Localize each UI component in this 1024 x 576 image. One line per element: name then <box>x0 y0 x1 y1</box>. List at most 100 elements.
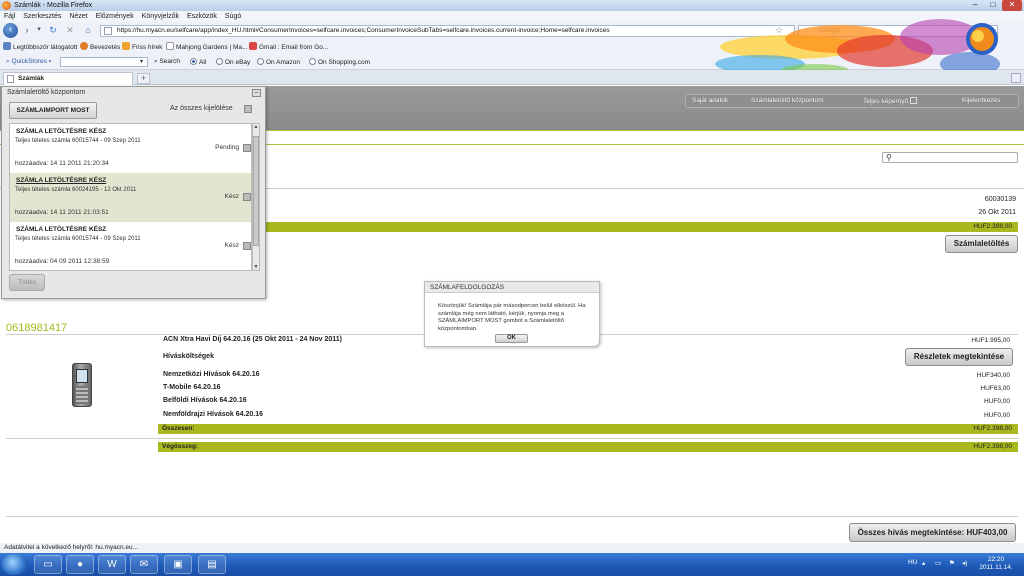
import-now-button[interactable]: SZÁMLAIMPORT MOST <box>9 102 97 119</box>
firefox-taskbar-icon[interactable]: ● <box>66 555 94 574</box>
radio-amazon[interactable]: On Amazon <box>257 58 300 67</box>
list-item[interactable]: SZÁMLA LETÖLTÉSRE KÉSZ Teljes tételes sz… <box>10 173 251 222</box>
search-bar[interactable]: Google <box>798 25 998 37</box>
menu-view[interactable]: Nézet <box>69 11 87 22</box>
subtotal-amount: HUF2.398,00 <box>973 425 1012 432</box>
gmail-icon <box>249 42 257 50</box>
bookmark-mahjong[interactable]: Mahjong Gardens | Ma... <box>166 42 247 52</box>
minimize-button[interactable]: – <box>966 0 984 11</box>
app-icon[interactable]: ▣ <box>164 555 192 574</box>
scroll-up-icon[interactable]: ▲ <box>253 124 259 130</box>
start-button[interactable] <box>1 554 27 575</box>
new-tab-button[interactable]: + <box>137 73 150 84</box>
reload-icon[interactable]: ↻ <box>47 25 59 36</box>
word-icon[interactable]: W <box>98 555 126 574</box>
select-all[interactable]: Az összes kijelölése <box>170 105 252 113</box>
window-title: Számlák - Mozilla Firefox <box>14 2 93 9</box>
list-item[interactable]: SZÁMLA LETÖLTÉSRE KÉSZ Teljes tételes sz… <box>10 222 251 270</box>
dialog-ok-button[interactable]: OK <box>495 334 528 343</box>
menu-tools[interactable]: Eszközök <box>187 11 217 22</box>
view-details-button[interactable]: Részletek megtekintése <box>905 348 1013 366</box>
presentation-icon[interactable]: ▤ <box>198 555 226 574</box>
forward-icon[interactable]: › <box>21 25 33 35</box>
quickstores-search-button[interactable]: ⌕ Search <box>154 58 180 66</box>
nav-fullscreen[interactable]: Teljes képernyő <box>863 97 918 105</box>
bookmark-star-icon[interactable]: ☆ <box>773 25 785 36</box>
delete-button[interactable]: Törlés <box>9 274 45 291</box>
explorer-icon[interactable]: ▭ <box>34 555 62 574</box>
nav-download-center[interactable]: Számlaletöltő központom <box>751 97 824 104</box>
list-item-checkbox[interactable] <box>243 242 251 250</box>
call-line-domestic: Belföldi Hívások 64.20.16 <box>163 397 247 404</box>
maximize-button[interactable]: □ <box>984 0 1002 11</box>
quickstores-input[interactable] <box>60 57 148 67</box>
address-bar[interactable]: https://hu.myacn.eu/selfcare/app/index_H… <box>100 25 795 37</box>
invoice-search-input[interactable]: ⚲ <box>882 152 1018 163</box>
download-center-panel: Számlaletöltő központom – SZÁMLAIMPORT M… <box>1 86 266 299</box>
address-bar-url: https://hu.myacn.eu/selfcare/app/index_H… <box>117 27 610 34</box>
tab-invoices[interactable]: Számlák <box>3 72 133 85</box>
network-icon[interactable]: ▭ <box>935 559 941 567</box>
taskbar-clock[interactable]: 22:20 2011.11.14. <box>978 556 1014 572</box>
select-all-checkbox[interactable] <box>244 105 252 113</box>
history-dropdown-icon[interactable]: ▾ <box>33 25 45 33</box>
radio-all[interactable]: All <box>190 58 206 67</box>
back-button[interactable]: ‹ <box>3 23 18 38</box>
menu-edit[interactable]: Szerkesztés <box>23 11 61 22</box>
bookmark-latest-news[interactable]: Friss hírek <box>122 42 162 52</box>
nav-logout[interactable]: Kijelentkezés <box>962 97 1000 104</box>
bookmark-most-visited[interactable]: Legtöbbször látogatott <box>3 42 77 52</box>
call-amount-tmobile: HUF63,00 <box>980 385 1010 392</box>
quickstores-label[interactable]: ⌕ QuickStores ▾ <box>6 58 51 66</box>
list-item-title[interactable]: SZÁMLA LETÖLTÉSRE KÉSZ <box>16 177 106 184</box>
navigation-toolbar: ‹ › ▾ ↻ ✕ ⌂ https://hu.myacn.eu/selfcare… <box>0 22 1024 39</box>
select-all-label: Az összes kijelölése <box>170 105 233 112</box>
home-icon[interactable]: ⌂ <box>82 25 94 35</box>
close-window-button[interactable]: ✕ <box>1002 0 1022 11</box>
quickstores-toolbar: ⌕ QuickStores ▾ ▾ ⌕ Search All On eBay O… <box>0 54 1024 70</box>
download-list-scrollbar[interactable]: ▲ ▼ <box>252 123 260 271</box>
monthly-fee-amount: HUF1.995,00 <box>971 337 1010 344</box>
all-calls-button[interactable]: Összes hívás megtekintése: HUF403,00 <box>849 523 1016 542</box>
tray-arrow-icon[interactable]: ▴ <box>922 559 925 567</box>
page-icon <box>166 42 174 50</box>
divider <box>6 516 1018 517</box>
panel-close-icon[interactable]: – <box>252 89 261 97</box>
scrollbar-thumb[interactable] <box>253 136 259 246</box>
volume-icon[interactable]: ◂) <box>962 559 967 567</box>
quickstores-dropdown-icon[interactable]: ▾ <box>140 58 143 66</box>
call-line-international: Nemzetközi Hívások 64.20.16 <box>163 371 260 378</box>
menu-history[interactable]: Előzmények <box>96 11 134 22</box>
invoice-date: 26 Okt 2011 <box>978 209 1016 216</box>
invoice-download-button[interactable]: Számlaletöltés <box>945 235 1018 253</box>
nav-my-data[interactable]: Saját adatok <box>692 97 728 104</box>
search-icon[interactable]: ⌕ <box>988 25 1000 36</box>
list-all-tabs-button[interactable] <box>1011 73 1021 83</box>
call-costs-label: Hívásköltségek <box>163 353 214 360</box>
list-item-checkbox[interactable] <box>243 193 251 201</box>
browser-statusbar: Adatátvitel a következő helyről: hu.myac… <box>0 543 1024 553</box>
bookmark-folder-icon <box>3 42 11 50</box>
mail-icon[interactable]: ✉ <box>130 555 158 574</box>
firefox-bookmark-icon <box>80 42 88 50</box>
scroll-down-icon[interactable]: ▼ <box>253 264 259 270</box>
windows-taskbar: ▭ ● W ✉ ▣ ▤ HU ▴ ▭ ⚑ ◂) 22:20 2011.11.14… <box>0 553 1024 576</box>
list-item-title: SZÁMLA LETÖLTÉSRE KÉSZ <box>16 226 107 233</box>
radio-shopping[interactable]: On Shopping.com <box>309 58 370 67</box>
radio-ebay[interactable]: On eBay <box>216 58 250 67</box>
call-line-nongeographic: Nemföldrajzi Hívások 64.20.16 <box>163 411 263 418</box>
flag-icon[interactable]: ⚑ <box>949 559 955 567</box>
window-titlebar: Számlák - Mozilla Firefox – □ ✕ <box>0 0 1024 11</box>
language-indicator[interactable]: HU <box>908 559 917 566</box>
bookmark-gmail[interactable]: Gmail : Email from Go... <box>249 42 328 52</box>
menu-file[interactable]: Fájl <box>4 11 15 22</box>
list-item[interactable]: SZÁMLA LETÖLTÉSRE KÉSZ Teljes tételes sz… <box>10 124 251 173</box>
summary-amount-bar: HUF2.398,00 <box>158 222 1018 232</box>
stop-icon[interactable]: ✕ <box>64 25 76 36</box>
menu-bookmarks[interactable]: Könyvjelzők <box>142 11 179 22</box>
list-item-status: Kész <box>224 193 239 200</box>
list-item-checkbox[interactable] <box>243 144 251 152</box>
bookmark-getting-started[interactable]: Bevezetés <box>80 42 120 52</box>
total-label: Végösszeg: <box>162 443 199 450</box>
menu-help[interactable]: Súgó <box>225 11 241 22</box>
